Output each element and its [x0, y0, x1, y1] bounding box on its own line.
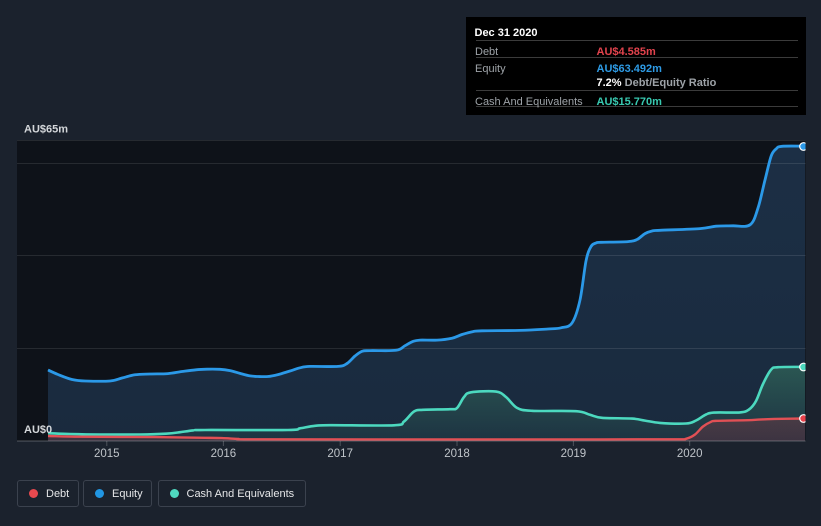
- svg-text:AU$65m: AU$65m: [24, 124, 68, 136]
- svg-text:2019: 2019: [561, 448, 587, 460]
- svg-text:2016: 2016: [211, 448, 237, 460]
- svg-text:2017: 2017: [327, 448, 353, 460]
- svg-text:AU$0: AU$0: [24, 424, 52, 436]
- svg-text:2020: 2020: [677, 448, 703, 460]
- svg-text:2015: 2015: [94, 448, 120, 460]
- svg-text:2018: 2018: [444, 448, 470, 460]
